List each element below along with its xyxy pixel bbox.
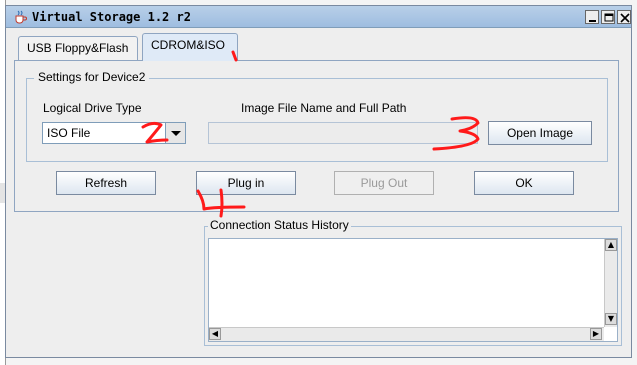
plug-out-button: Plug Out	[334, 171, 434, 195]
image-path-field[interactable]	[208, 122, 478, 144]
title-bar[interactable]: Virtual Storage 1.2 r2	[6, 6, 631, 28]
refresh-button[interactable]: Refresh	[56, 171, 156, 195]
vertical-scrollbar[interactable]: ▲ ▼	[604, 239, 617, 327]
settings-group-title: Settings for Device2	[34, 70, 150, 84]
ok-button[interactable]: OK	[474, 171, 574, 195]
scroll-down-arrow-icon[interactable]: ▼	[605, 313, 617, 325]
drive-type-value: ISO File	[47, 126, 91, 140]
close-icon	[620, 13, 630, 23]
maximize-button[interactable]	[601, 10, 615, 24]
maximize-icon	[604, 13, 614, 22]
minimize-button[interactable]	[585, 10, 599, 24]
scroll-right-arrow-icon[interactable]: ▶	[590, 328, 602, 340]
dropdown-arrow-button[interactable]	[165, 123, 185, 143]
close-button[interactable]	[617, 10, 631, 24]
window-title: Virtual Storage 1.2 r2	[32, 10, 191, 24]
scroll-left-arrow-icon[interactable]: ◀	[209, 328, 221, 340]
minimize-icon	[589, 20, 596, 22]
chevron-down-icon	[171, 131, 181, 136]
tab-cdrom-iso[interactable]: CDROM&ISO	[142, 33, 238, 61]
horizontal-scrollbar[interactable]: ◀ ▶	[209, 327, 604, 341]
tab-usb-floppy-flash[interactable]: USB Floppy&Flash	[18, 36, 138, 60]
logical-drive-type-select[interactable]: ISO File	[42, 122, 186, 144]
connection-history-log[interactable]: ▲ ▼ ◀ ▶	[208, 238, 618, 342]
open-image-button[interactable]: Open Image	[488, 121, 592, 145]
image-path-label: Image File Name and Full Path	[241, 101, 407, 115]
settings-group	[26, 78, 608, 162]
connection-history-title: Connection Status History	[208, 218, 351, 232]
scroll-up-arrow-icon[interactable]: ▲	[605, 239, 617, 251]
java-cup-icon	[15, 10, 27, 24]
logical-drive-type-label: Logical Drive Type	[43, 101, 142, 115]
plug-in-button[interactable]: Plug in	[196, 171, 296, 195]
